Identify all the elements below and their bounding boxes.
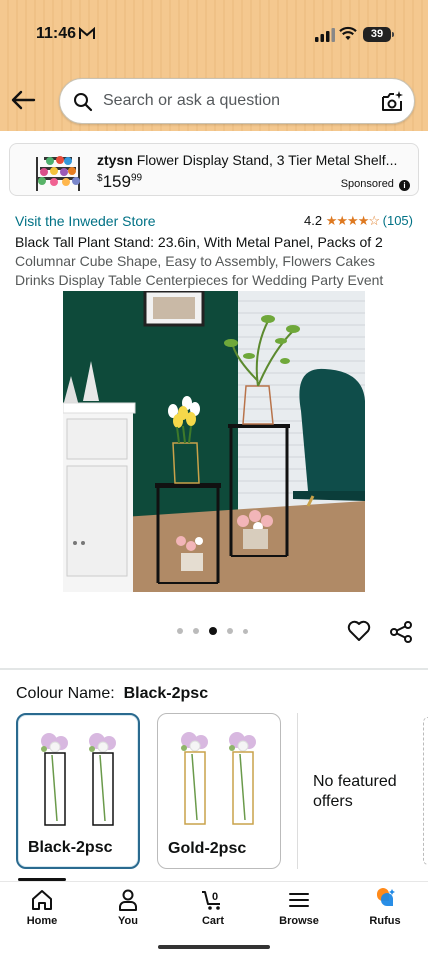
nav-label: Home [26,915,58,927]
store-link[interactable]: Visit the Inweder Store [15,213,156,229]
cell-signal-icon [315,28,335,42]
colour-label: Colour Name: Black-2psc [16,685,208,703]
person-icon [119,889,137,911]
carousel-dot[interactable] [193,628,199,634]
sponsored-label[interactable]: Sponsored i [341,178,410,191]
search-icon [74,93,93,112]
ad-price: $15999 [97,172,142,192]
nav-cart[interactable]: 0 Cart [178,888,248,927]
nav-home[interactable]: Home [7,888,77,927]
sponsored-text: Sponsored [340,178,394,190]
carousel-dot[interactable] [243,628,248,634]
carousel-dot[interactable] [177,628,183,634]
variation-image [181,732,256,825]
no-featured-offers: No featured offers [313,773,397,810]
status-time: 11:46 [36,25,77,42]
carousel-dot-active[interactable] [209,627,217,635]
star-rating-icon: ★★★★☆ [325,213,380,228]
home-indicator [158,945,270,949]
camera-lens-icon[interactable] [380,90,404,114]
rating-value: 4.2 [304,213,323,228]
sponsored-ad[interactable]: ztysn Flower Display Stand, 3 Tier Metal… [9,143,419,196]
cart-count: 0 [212,891,218,903]
product-title: Black Tall Plant Stand: 23.6in, With Met… [15,234,383,250]
wifi-icon [339,26,357,40]
search-input[interactable]: Search or ask a question [103,92,280,110]
search-bar[interactable]: Search or ask a question [59,78,415,124]
nav-label: Cart [201,915,224,927]
variation-image [41,733,116,826]
variation-swatch-black[interactable]: Black-2psc [16,713,140,869]
home-icon [32,890,52,910]
rufus-icon [377,888,395,906]
nav-label: Browse [279,915,319,927]
heart-icon[interactable] [347,620,371,642]
rating-count[interactable]: (105) [383,213,413,228]
colour-label-text: Colour Name: [16,685,115,702]
app-header: 11:46 39 Search or ask a question [0,0,428,131]
cart-icon: 0 [202,891,220,910]
carousel-dot[interactable] [227,628,233,634]
variation-label: Gold-2psc [168,840,247,857]
product-subtitle: Columnar Cube Shape, Easy to Assembly, F… [15,253,384,288]
battery-nub [392,32,394,37]
status-bar: 11:46 39 [0,0,428,70]
share-icon[interactable] [389,620,413,644]
ad-title-text: Flower Display Stand, 3 Tier Metal Shelf… [136,152,398,168]
nav-browse[interactable]: Browse [264,888,334,927]
ad-product-thumbnail [36,156,80,191]
menu-icon [289,893,309,907]
battery-indicator: 39 [363,27,391,42]
ad-title[interactable]: ztysn Flower Display Stand, 3 Tier Metal… [97,152,412,168]
variation-separator [297,713,298,869]
nav-you[interactable]: You [93,888,163,927]
nav-label: Rufus [369,915,401,927]
variation-swatch-gold[interactable]: Gold-2psc [157,713,281,869]
back-arrow-icon[interactable] [10,88,36,112]
variation-label: Black-2psc [28,839,113,856]
info-icon[interactable]: i [399,180,410,191]
nav-rufus[interactable]: Rufus [350,888,420,927]
nav-label: You [118,915,138,927]
section-divider [0,668,428,670]
ad-price-whole: 159 [102,172,131,191]
ad-price-fraction: 99 [130,172,143,184]
product-image[interactable] [63,291,365,592]
next-variation-card[interactable] [423,717,428,865]
ad-brand: ztysn [97,152,133,168]
mail-icon [79,27,95,39]
rating-summary[interactable]: 4.2 ★★★★☆ (105) [304,213,413,229]
colour-selected-value: Black-2psc [123,685,209,702]
